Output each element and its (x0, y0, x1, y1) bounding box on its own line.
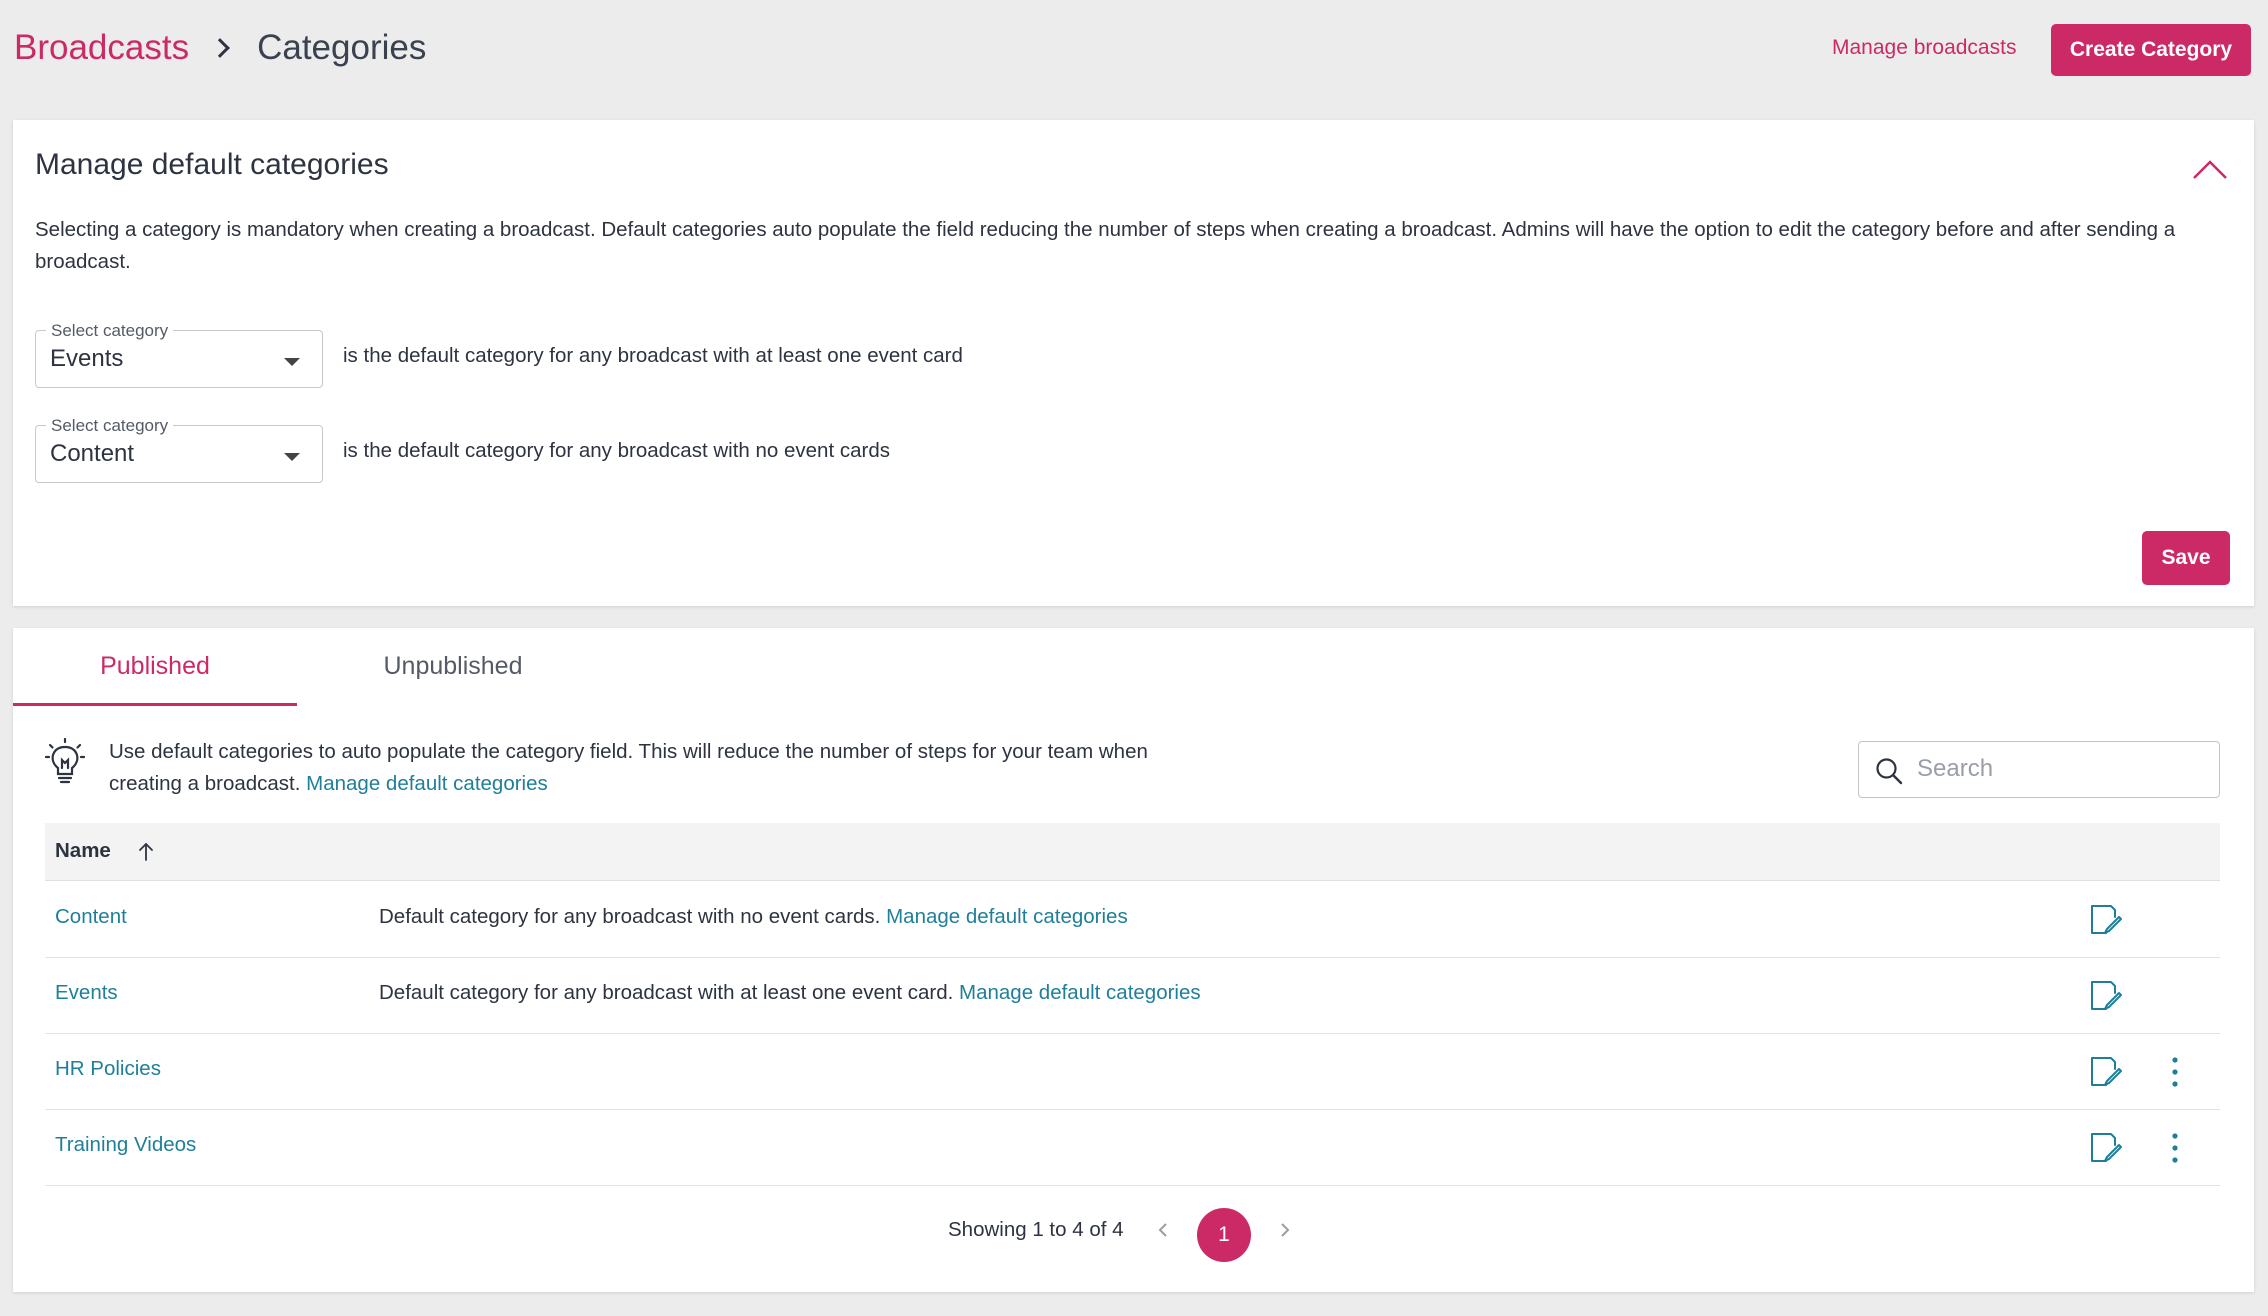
page-header: Broadcasts Categories Manage broadcasts … (0, 0, 2268, 110)
default-categories-panel: Manage default categories Selecting a ca… (13, 120, 2254, 606)
tab-unpublished[interactable]: Unpublished (311, 628, 595, 706)
select-label: Select category (46, 321, 174, 341)
table-row: Content Default category for any broadca… (45, 882, 2220, 958)
category-name-link[interactable]: Events (55, 981, 118, 1005)
panel-description: Selecting a category is mandatory when c… (35, 218, 2176, 273)
category-name-link[interactable]: Training Videos (55, 1133, 196, 1157)
edit-icon[interactable] (2088, 902, 2124, 938)
page-title: Categories (257, 28, 427, 67)
more-options-icon[interactable] (2168, 1054, 2182, 1090)
categories-panel: Published Unpublished Use default catego… (13, 628, 2254, 1292)
lightbulb-icon (45, 738, 85, 784)
manage-default-categories-link[interactable]: Manage default categories (959, 981, 1201, 1004)
edit-icon[interactable] (2088, 1054, 2124, 1090)
category-description: Default category for any broadcast with … (379, 905, 1128, 929)
search-input[interactable] (1917, 750, 2207, 788)
select-description: is the default category for any broadcas… (343, 344, 963, 367)
search-icon (1876, 758, 1903, 785)
create-category-button[interactable]: Create Category (2051, 24, 2251, 76)
save-button[interactable]: Save (2142, 531, 2230, 585)
edit-icon[interactable] (2088, 1130, 2124, 1166)
tab-published[interactable]: Published (13, 628, 297, 706)
category-description: Default category for any broadcast with … (379, 981, 1201, 1005)
caret-down-icon (284, 358, 300, 366)
description-text: Default category for any broadcast with … (379, 905, 881, 928)
chevron-up-icon[interactable] (2192, 158, 2228, 182)
select-value: Events (50, 345, 124, 372)
chevron-right-icon[interactable] (1273, 1216, 1297, 1244)
panel-title: Manage default categories (35, 148, 389, 181)
table-header: Name (45, 823, 2220, 881)
table-row: HR Policies (45, 1034, 2220, 1110)
table-row: Training Videos (45, 1110, 2220, 1186)
select-value: Content (50, 440, 135, 467)
caret-down-icon (284, 453, 300, 461)
chevron-left-icon[interactable] (1151, 1216, 1175, 1244)
event-default-category-select[interactable]: Select category Events (35, 321, 323, 388)
no-event-default-category-select[interactable]: Select category Content (35, 416, 323, 483)
category-name-link[interactable]: Content (55, 905, 127, 929)
default-categories-hint: Use default categories to auto populate … (109, 736, 1209, 800)
category-name-link[interactable]: HR Policies (55, 1057, 161, 1081)
column-header-name[interactable]: Name (55, 839, 111, 863)
manage-default-categories-link[interactable]: Manage default categories (306, 772, 548, 795)
breadcrumb: Broadcasts Categories (14, 28, 426, 68)
table-row: Events Default category for any broadcas… (45, 958, 2220, 1034)
select-label: Select category (46, 416, 174, 436)
more-options-icon[interactable] (2168, 1130, 2182, 1166)
breadcrumb-broadcasts-link[interactable]: Broadcasts (14, 28, 189, 68)
page-button-current[interactable]: 1 (1197, 1208, 1251, 1262)
description-text: Default category for any broadcast with … (379, 981, 954, 1004)
search-box[interactable] (1858, 741, 2220, 798)
chevron-right-icon (210, 38, 230, 58)
select-description: is the default category for any broadcas… (343, 439, 890, 462)
manage-broadcasts-link[interactable]: Manage broadcasts (1832, 36, 2016, 60)
sort-ascending-icon[interactable] (135, 839, 157, 863)
manage-default-categories-link[interactable]: Manage default categories (886, 905, 1128, 928)
pagination-summary: Showing 1 to 4 of 4 (948, 1218, 1124, 1241)
edit-icon[interactable] (2088, 978, 2124, 1014)
hint-text: Use default categories to auto populate … (109, 740, 1148, 795)
